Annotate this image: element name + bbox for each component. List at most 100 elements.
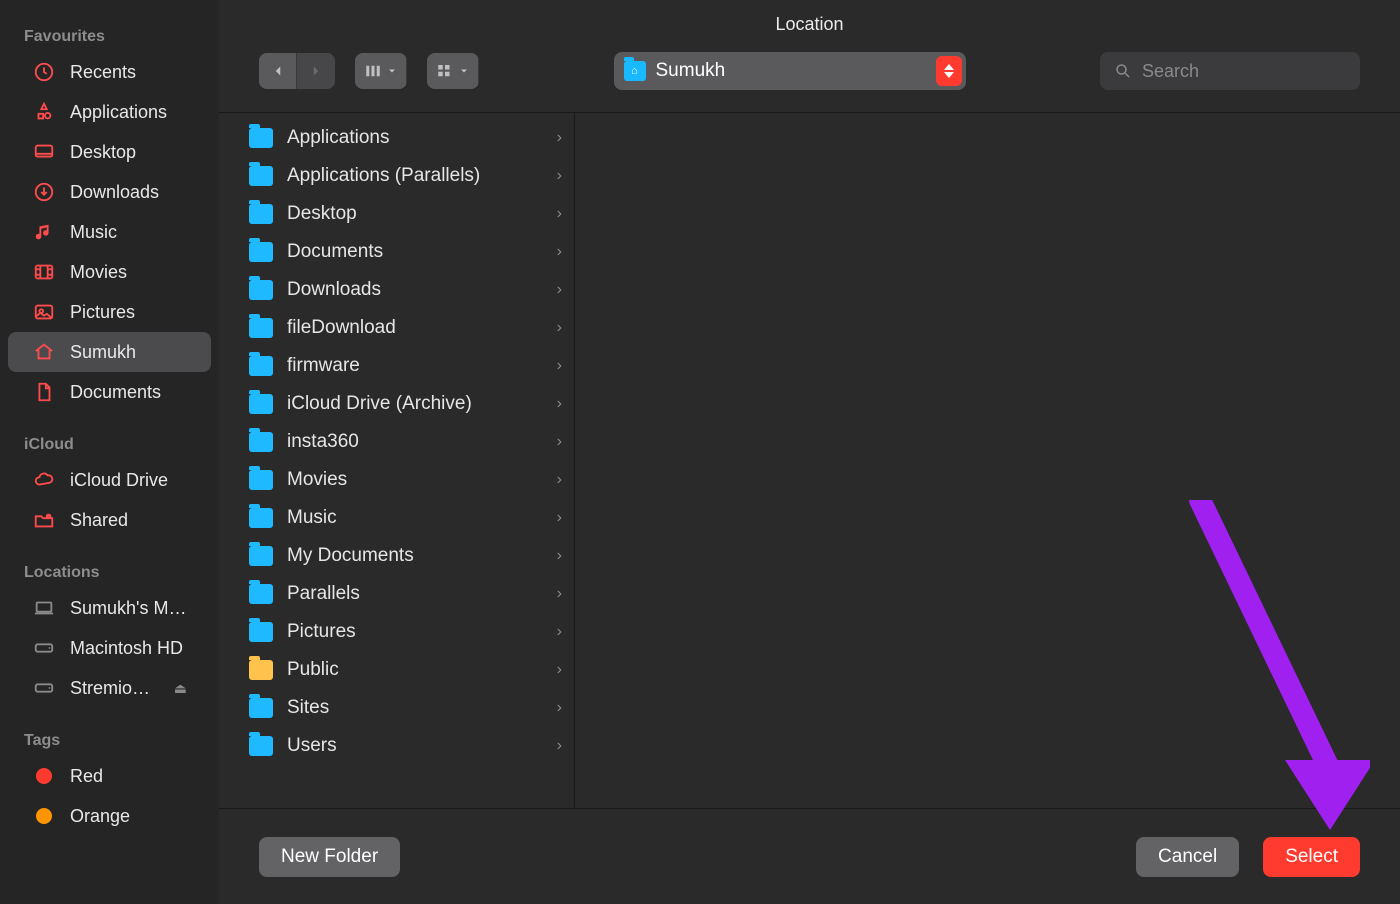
folder-icon: [249, 698, 273, 718]
sidebar-item-documents[interactable]: Documents: [8, 372, 211, 412]
chevron-right-icon: ›: [557, 547, 562, 565]
folder-label: Sites: [287, 697, 329, 719]
desktop-icon: [32, 140, 56, 164]
chevron-right-icon: ›: [557, 661, 562, 679]
chevron-right-icon: ›: [557, 205, 562, 223]
folder-row[interactable]: insta360 ›: [219, 423, 574, 461]
sidebar-header-tags: Tags: [0, 726, 219, 756]
chevron-right-icon: ›: [557, 471, 562, 489]
clock-icon: [32, 60, 56, 84]
folder-row[interactable]: iCloud Drive (Archive) ›: [219, 385, 574, 423]
window-title: Location: [219, 0, 1400, 48]
view-columns-button: [355, 53, 407, 89]
columns-view-button[interactable]: [355, 53, 407, 89]
sidebar-tag-orange[interactable]: Orange: [8, 796, 211, 836]
path-stepper-icon[interactable]: [936, 56, 962, 86]
folder-icon: [249, 660, 273, 680]
sidebar-item-home[interactable]: Sumukh: [8, 332, 211, 372]
sidebar-item-movies[interactable]: Movies: [8, 252, 211, 292]
folder-icon: [249, 432, 273, 452]
group-button: [427, 53, 479, 89]
forward-button[interactable]: [297, 53, 335, 89]
chevron-right-icon: ›: [557, 243, 562, 261]
nav-buttons: [259, 53, 335, 89]
folder-icon: [249, 546, 273, 566]
folder-label: Music: [287, 507, 337, 529]
sidebar-header-icloud: iCloud: [0, 430, 219, 460]
chevron-right-icon: ›: [557, 623, 562, 641]
folder-icon: [249, 166, 273, 186]
folder-row[interactable]: fileDownload›: [219, 309, 574, 347]
search-placeholder: Search: [1142, 61, 1199, 82]
chevron-right-icon: ›: [557, 737, 562, 755]
folder-icon: [249, 622, 273, 642]
main-panel: Location ⌂ Sumukh Search: [219, 0, 1400, 904]
folder-label: iCloud Drive (Archive): [287, 393, 472, 415]
music-icon: [32, 220, 56, 244]
folder-row[interactable]: Applications›: [219, 119, 574, 157]
folder-row[interactable]: Applications (Parallels)›: [219, 157, 574, 195]
folder-row[interactable]: Desktop›: [219, 195, 574, 233]
new-folder-button[interactable]: New Folder: [259, 837, 400, 877]
folder-row[interactable]: Sites ›: [219, 689, 574, 727]
folder-icon: [249, 242, 273, 262]
cloud-icon: [32, 468, 56, 492]
sidebar-item-applications[interactable]: Applications: [8, 92, 211, 132]
sidebar-item-shared[interactable]: Shared: [8, 500, 211, 540]
sidebar-item-recents[interactable]: Recents: [8, 52, 211, 92]
sidebar-item-ext-disk[interactable]: Stremio… ⏏: [8, 668, 211, 708]
search-icon: [1114, 62, 1132, 80]
folder-label: Users: [287, 735, 337, 757]
folder-label: My Documents: [287, 545, 414, 567]
sidebar-item-music[interactable]: Music: [8, 212, 211, 252]
folder-column: Applications›Applications (Parallels)›De…: [219, 113, 575, 808]
folder-row[interactable]: Downloads›: [219, 271, 574, 309]
group-by-button[interactable]: [427, 53, 479, 89]
folder-row[interactable]: Music›: [219, 499, 574, 537]
folder-row[interactable]: Pictures›: [219, 613, 574, 651]
toolbar: ⌂ Sumukh Search: [219, 48, 1400, 112]
folder-row[interactable]: Users ›: [219, 727, 574, 765]
chevron-right-icon: ›: [557, 699, 562, 717]
sidebar-item-desktop[interactable]: Desktop: [8, 132, 211, 172]
folder-icon: [249, 318, 273, 338]
chevron-right-icon: ›: [557, 395, 562, 413]
chevron-right-icon: ›: [557, 281, 562, 299]
eject-icon[interactable]: ⏏: [174, 680, 187, 697]
sidebar-item-hdd[interactable]: Macintosh HD: [8, 628, 211, 668]
folder-row[interactable]: Documents ›: [219, 233, 574, 271]
folder-label: Movies: [287, 469, 347, 491]
download-icon: [32, 180, 56, 204]
sidebar-item-downloads[interactable]: Downloads: [8, 172, 211, 212]
search-field[interactable]: Search: [1100, 52, 1360, 90]
folder-label: Public: [287, 659, 339, 681]
tag-dot-icon: [32, 764, 56, 788]
folder-label: insta360: [287, 431, 359, 453]
folder-icon: [249, 356, 273, 376]
folder-row[interactable]: Public ›: [219, 651, 574, 689]
sidebar-item-pictures[interactable]: Pictures: [8, 292, 211, 332]
folder-row[interactable]: My Documents ›: [219, 537, 574, 575]
folder-row[interactable]: firmware›: [219, 347, 574, 385]
folder-row[interactable]: Parallels›: [219, 575, 574, 613]
pictures-icon: [32, 300, 56, 324]
sidebar-item-laptop[interactable]: Sumukh's M…: [8, 588, 211, 628]
back-button[interactable]: [259, 53, 297, 89]
folder-icon: [249, 508, 273, 528]
cancel-button[interactable]: Cancel: [1136, 837, 1239, 877]
select-button[interactable]: Select: [1263, 837, 1360, 877]
tag-dot-icon: [32, 804, 56, 828]
shared-folder-icon: [32, 508, 56, 532]
apps-icon: [32, 100, 56, 124]
folder-icon: [249, 736, 273, 756]
folder-row[interactable]: Movies ›: [219, 461, 574, 499]
folder-label: Documents: [287, 241, 383, 263]
folder-icon: [249, 394, 273, 414]
path-popup[interactable]: ⌂ Sumukh: [614, 52, 966, 90]
chevron-right-icon: ›: [557, 433, 562, 451]
path-label: Sumukh: [656, 60, 726, 82]
sidebar-tag-red[interactable]: Red: [8, 756, 211, 796]
sidebar-item-icloud-drive[interactable]: iCloud Drive: [8, 460, 211, 500]
folder-icon: [249, 128, 273, 148]
bottom-bar: New Folder Cancel Select: [219, 808, 1400, 904]
